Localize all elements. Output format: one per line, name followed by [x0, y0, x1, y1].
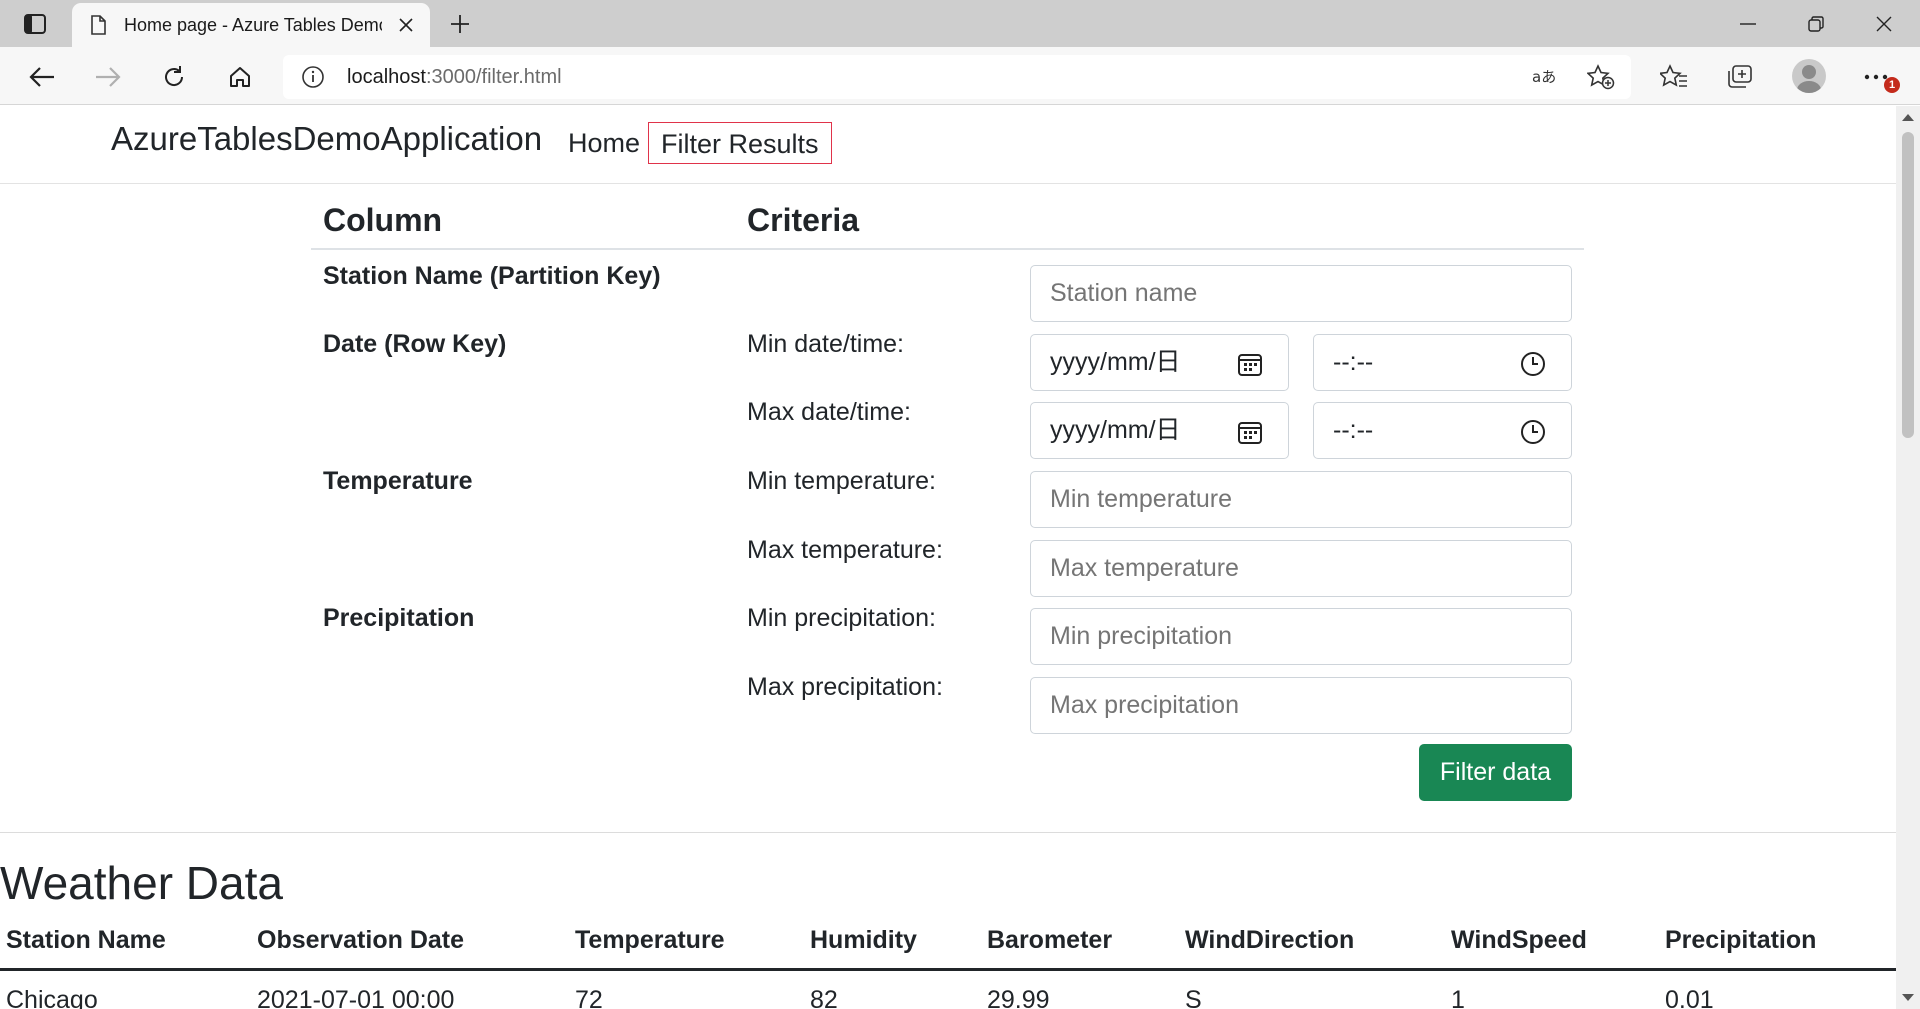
date-row-key-label: Date (Row Key) [323, 330, 507, 358]
restore-icon[interactable] [1782, 0, 1850, 47]
scroll-down-arrow-icon[interactable] [1902, 994, 1914, 1001]
calendar-icon[interactable] [1236, 350, 1264, 378]
profile-avatar[interactable] [1792, 59, 1826, 93]
page-viewport: AzureTablesDemoApplication Home Filter R… [0, 106, 1896, 1009]
add-favorite-icon[interactable] [1585, 63, 1617, 91]
site-info-icon[interactable] [301, 65, 325, 89]
section-divider [0, 832, 1896, 833]
cell-temperature: 72 [575, 986, 603, 1009]
min-time-input[interactable]: --:-- [1313, 334, 1572, 391]
url-path: :3000/filter.html [425, 65, 562, 88]
temperature-label: Temperature [323, 467, 473, 495]
tab-title: Home page - Azure Tables Demo Applicatio… [124, 14, 382, 35]
station-name-input[interactable] [1030, 265, 1572, 322]
column-header: Column [323, 202, 443, 238]
min-date-input[interactable]: yyyy/mm/日 [1030, 334, 1289, 391]
min-temperature-label: Min temperature: [747, 467, 936, 495]
browser-tab-active[interactable]: Home page - Azure Tables Demo Applicatio… [72, 3, 430, 47]
close-window-icon[interactable] [1850, 0, 1918, 47]
page-scrollbar[interactable] [1896, 106, 1920, 1009]
close-tab-icon[interactable] [396, 15, 416, 35]
max-temperature-input[interactable] [1030, 540, 1572, 597]
col-header-observation-date: Observation Date [257, 926, 465, 954]
col-header-station-name: Station Name [6, 926, 166, 954]
cell-precipitation: 0.01 [1665, 986, 1714, 1009]
address-bar[interactable]: localhost:3000/filter.html aあ [283, 55, 1631, 99]
weather-data-title: Weather Data [0, 857, 283, 909]
cell-station-name: Chicago [6, 986, 98, 1009]
calendar-icon[interactable] [1236, 418, 1264, 446]
col-header-wind-direction: WindDirection [1185, 926, 1355, 954]
station-name-label: Station Name (Partition Key) [323, 262, 661, 290]
browser-tab-bar: Home page - Azure Tables Demo Applicatio… [0, 0, 1920, 47]
new-tab-icon[interactable] [444, 8, 476, 40]
clock-icon[interactable] [1519, 350, 1547, 378]
cell-observation-date: 2021-07-01 00:00 [257, 986, 455, 1009]
page-icon [91, 15, 106, 35]
min-datetime-label: Min date/time: [747, 330, 905, 358]
precipitation-label: Precipitation [323, 604, 475, 632]
col-header-barometer: Barometer [987, 926, 1113, 954]
minimize-icon[interactable] [1714, 0, 1782, 47]
max-date-placeholder: yyyy/mm/日 [1050, 416, 1181, 444]
collections-icon[interactable] [1722, 59, 1758, 95]
svg-text:aあ: aあ [1532, 68, 1556, 86]
scrollbar-thumb[interactable] [1902, 132, 1914, 438]
max-precipitation-input[interactable] [1030, 677, 1572, 734]
max-time-placeholder: --:-- [1333, 416, 1374, 444]
col-header-humidity: Humidity [810, 926, 917, 954]
site-navbar: AzureTablesDemoApplication Home Filter R… [0, 106, 1896, 184]
min-date-placeholder: yyyy/mm/日 [1050, 348, 1181, 376]
home-icon[interactable] [220, 57, 260, 97]
cell-barometer: 29.99 [987, 986, 1050, 1009]
refresh-icon[interactable] [154, 57, 194, 97]
table-header-rule [0, 968, 1896, 971]
max-temperature-label: Max temperature: [747, 536, 943, 564]
col-header-temperature: Temperature [575, 926, 725, 954]
nav-filter-results-link[interactable]: Filter Results [648, 122, 832, 164]
criteria-header: Criteria [747, 202, 860, 238]
nav-home-link[interactable]: Home [556, 122, 652, 164]
col-header-wind-speed: WindSpeed [1451, 926, 1587, 954]
read-aloud-icon[interactable]: aあ [1529, 63, 1561, 91]
back-arrow-icon[interactable] [22, 57, 62, 97]
max-precipitation-label: Max precipitation: [747, 673, 943, 701]
min-temperature-input[interactable] [1030, 471, 1572, 528]
favorites-icon[interactable] [1656, 59, 1692, 95]
scroll-up-arrow-icon[interactable] [1902, 114, 1914, 121]
header-divider [311, 248, 1584, 250]
browser-toolbar: localhost:3000/filter.html aあ 1 [0, 47, 1920, 105]
max-date-input[interactable]: yyyy/mm/日 [1030, 402, 1289, 459]
min-time-placeholder: --:-- [1333, 348, 1374, 376]
min-precipitation-label: Min precipitation: [747, 604, 936, 632]
tab-actions-icon[interactable] [18, 10, 52, 38]
min-precipitation-input[interactable] [1030, 608, 1572, 665]
cell-wind-speed: 1 [1451, 986, 1465, 1009]
filter-data-button[interactable]: Filter data [1419, 744, 1572, 801]
brand-link[interactable]: AzureTablesDemoApplication [111, 120, 542, 158]
max-time-input[interactable]: --:-- [1313, 402, 1572, 459]
url-text: localhost:3000/filter.html [347, 66, 562, 89]
cell-humidity: 82 [810, 986, 838, 1009]
notification-badge: 1 [1884, 77, 1900, 93]
max-datetime-label: Max date/time: [747, 398, 911, 426]
col-header-precipitation: Precipitation [1665, 926, 1817, 954]
url-host: localhost [347, 65, 426, 88]
clock-icon[interactable] [1519, 418, 1547, 446]
forward-arrow-icon[interactable] [88, 57, 128, 97]
cell-wind-direction: S [1185, 986, 1202, 1009]
